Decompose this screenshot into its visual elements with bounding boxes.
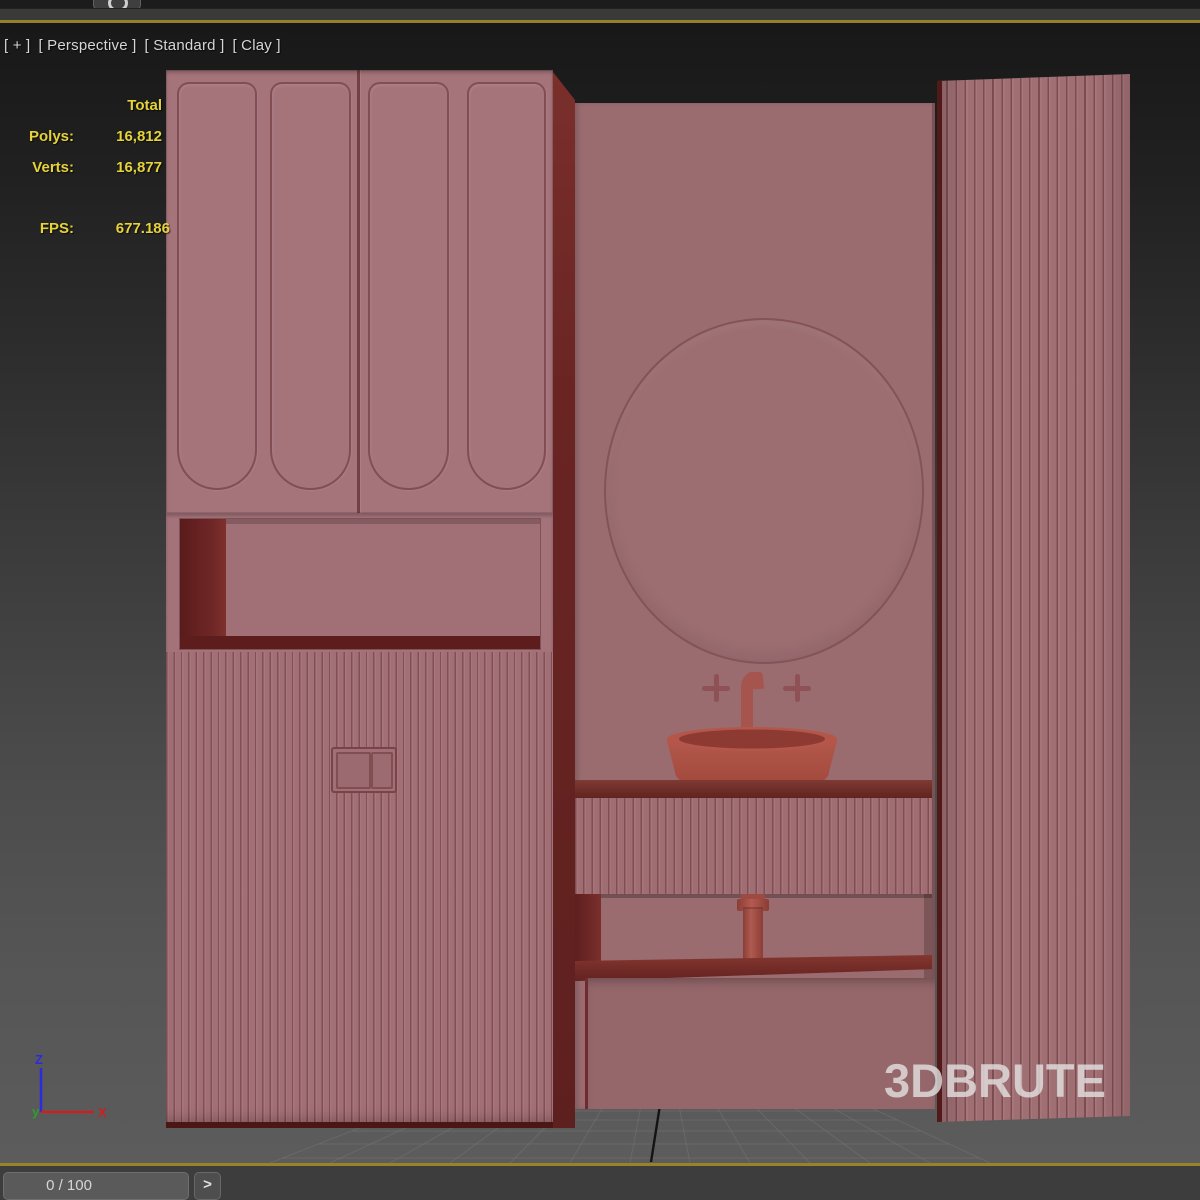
faucet-handle-left[interactable] <box>702 674 730 702</box>
perspective-viewport[interactable]: 3DBRUTE [ + ] [ Perspective ] [ Standard ]… <box>0 23 1200 1163</box>
timeline-bar: 0 / 100 > <box>0 1163 1200 1200</box>
top-toolbar-strip <box>0 0 1200 23</box>
flush-plate-left <box>336 752 371 789</box>
vanity-fluted-drawer[interactable] <box>575 798 932 897</box>
shelf-inner-wall <box>180 519 226 649</box>
left-upper-cabinet[interactable] <box>166 70 553 513</box>
shelf-bottom-edge <box>180 636 540 649</box>
stat-fps-label: FPS: <box>0 220 74 237</box>
faucet-handle-right[interactable] <box>783 674 811 702</box>
viewport-label: [ + ] [ Perspective ] [ Standard ] [ Clay ] <box>4 37 289 54</box>
3dsmax-window: 3DBRUTE [ + ] [ Perspective ] [ Standard ]… <box>0 0 1200 1200</box>
stat-fps-value: 677.186 <box>74 220 170 237</box>
viewport-menu-pov[interactable]: [ Perspective ] <box>38 37 136 54</box>
left-cabinet-side-face <box>553 72 575 1128</box>
flush-plate <box>331 747 397 793</box>
stat-spacer <box>0 97 74 114</box>
door-panel <box>368 82 449 490</box>
viewport-menu-render-preset[interactable]: [ Standard ] <box>144 37 224 54</box>
viewport-menu-general[interactable]: [ + ] <box>4 37 30 54</box>
right-cabinet-shading <box>937 74 1130 1122</box>
axis-z-label: Z <box>35 1052 43 1067</box>
stat-polys-label: Polys: <box>0 128 74 145</box>
flush-plate-right <box>371 752 393 789</box>
stat-polys-value: 16,812 <box>74 128 162 145</box>
door-gap <box>357 70 360 513</box>
time-slider-thumb[interactable]: 0 / 100 <box>3 1172 189 1200</box>
door-panel <box>177 82 257 490</box>
shelf-inner-shadow <box>226 519 540 524</box>
vanity-base-panel[interactable] <box>585 978 935 1109</box>
viewport-menu-shading[interactable]: [ Clay ] <box>232 37 280 54</box>
left-open-shelf[interactable] <box>166 513 553 655</box>
toolbar-lower-strip <box>0 8 1200 20</box>
left-fluted-cabinet[interactable] <box>166 652 553 1128</box>
next-frame-button[interactable]: > <box>194 1172 221 1200</box>
axis-x-label: X <box>98 1105 106 1120</box>
right-fluted-cabinet[interactable] <box>937 74 1130 1122</box>
frame-indicator: 0 / 100 <box>4 1177 134 1194</box>
stat-verts-label: Verts: <box>0 159 74 176</box>
door-panel <box>270 82 351 490</box>
watermark-logo: 3DBRUTE <box>884 1053 1106 1108</box>
vanity-countertop[interactable] <box>575 780 932 798</box>
axis-y-label: y <box>32 1104 40 1119</box>
stat-total-header: Total <box>74 97 182 114</box>
world-axis-gizmo: Z X y <box>14 1040 106 1132</box>
shelf-opening <box>180 519 540 649</box>
stat-verts-value: 16,877 <box>74 159 162 176</box>
door-panel <box>467 82 546 490</box>
round-mirror[interactable] <box>604 318 924 664</box>
